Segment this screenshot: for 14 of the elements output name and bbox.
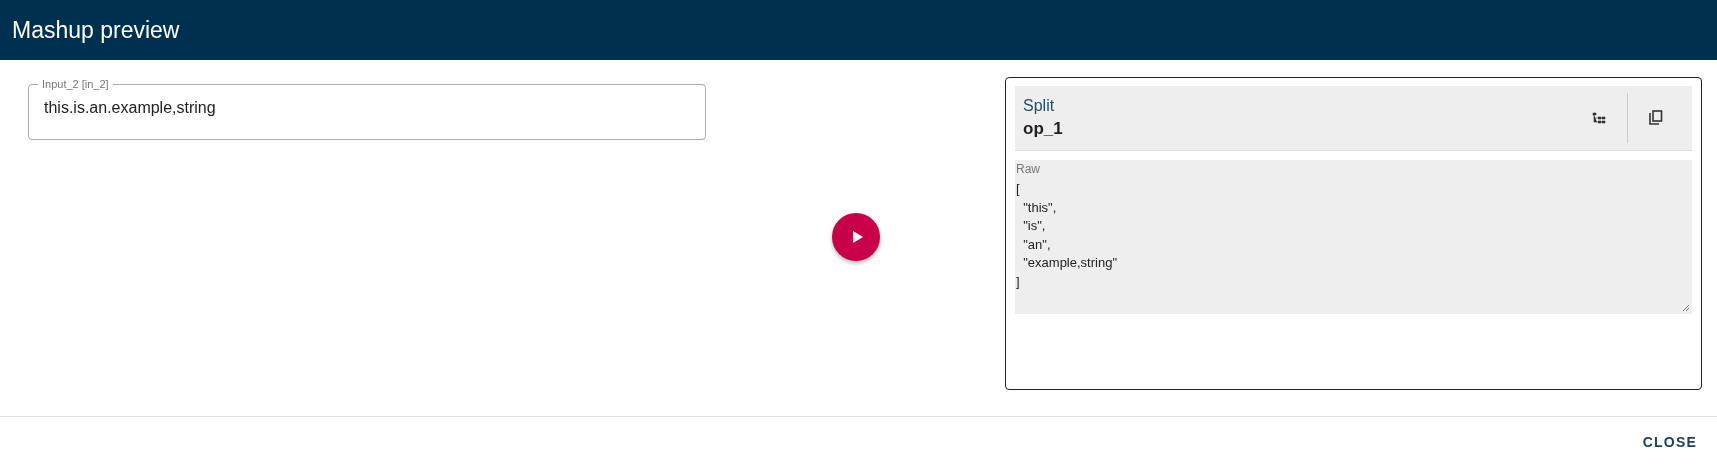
resize-handle-icon[interactable] [1682,304,1690,312]
raw-output-field[interactable]: Raw [ "this", "is", "an", "example,string" ] [1015,160,1692,314]
run-button[interactable] [831,213,880,261]
copy-icon [1649,110,1663,126]
tree-icon [1592,112,1606,124]
input-field[interactable]: Input_2 [in_2] this.is.an.example,string [28,78,706,140]
close-button[interactable]: CLOSE [1634,428,1705,456]
window-title: Mashup preview [12,16,180,44]
field-label: Input_2 [in_2] [41,78,110,90]
operation-type: Split [1023,97,1056,115]
operation-name: op_1 [1023,119,1064,139]
play-icon [850,230,864,244]
raw-output-text: [ "this", "is", "an", "example,string" ] [1016,180,1118,291]
field-label: Raw [1016,162,1041,176]
